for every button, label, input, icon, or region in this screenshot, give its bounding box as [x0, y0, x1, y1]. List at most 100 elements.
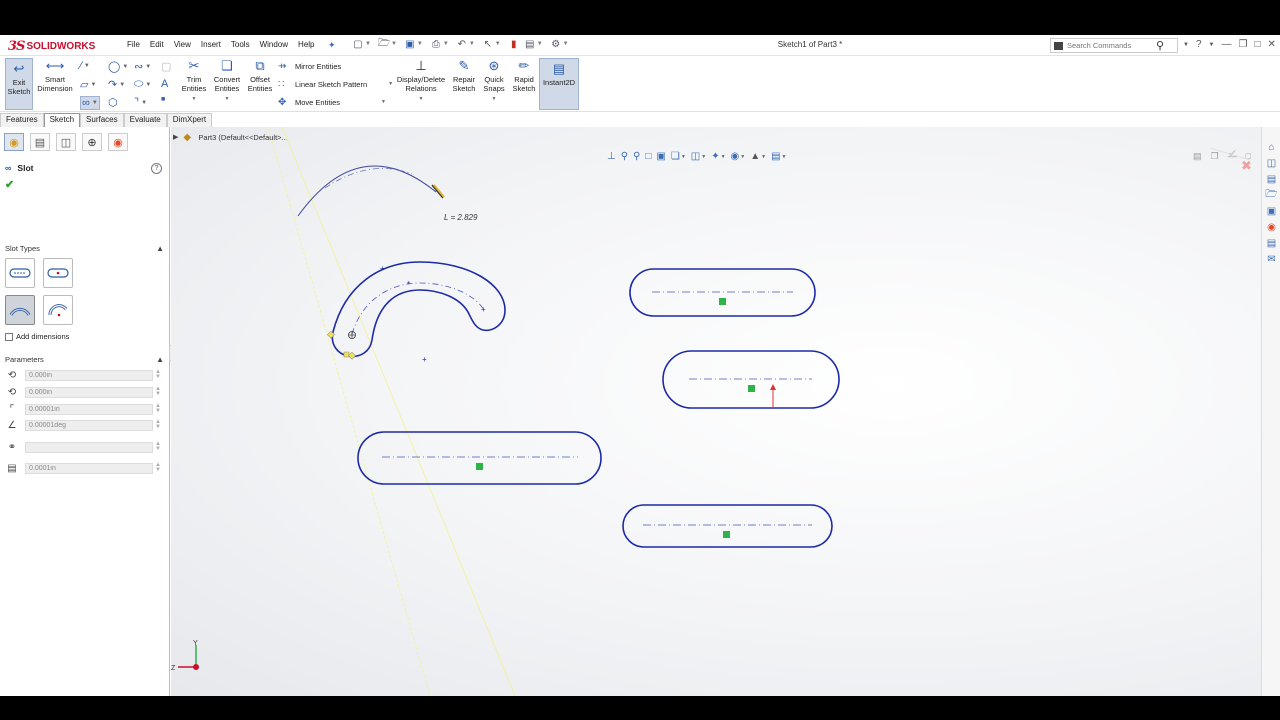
arc-slot[interactable]	[331, 261, 506, 358]
resources-icon[interactable]: ◫	[1265, 157, 1278, 170]
chevron-down-icon[interactable]: ▼	[92, 100, 98, 106]
feature-manager-tab[interactable]: ◉	[4, 133, 24, 151]
search-commands-box[interactable]: ⚲	[1050, 38, 1178, 53]
menu-help[interactable]: Help	[293, 40, 319, 49]
menu-tools[interactable]: Tools	[226, 40, 255, 49]
chevron-down-icon[interactable]: ▼	[90, 82, 96, 88]
spinner-icon[interactable]: ▲ ▼	[155, 403, 161, 414]
save-icon[interactable]: ▣	[404, 38, 416, 50]
close-icon[interactable]: ✕	[1267, 39, 1275, 50]
repair-sketch-button[interactable]: ✎ Repair Sketch	[450, 58, 478, 93]
centerpoint-straight-slot-type[interactable]	[43, 258, 73, 288]
tab-dimxpert[interactable]: DimXpert	[166, 113, 213, 127]
menu-window[interactable]: Window	[255, 40, 293, 49]
file-explorer-icon[interactable]: 🗁	[1265, 189, 1278, 202]
width-input[interactable]	[25, 462, 153, 474]
chevron-down-icon[interactable]: ▼	[122, 64, 128, 70]
text-tool[interactable]: A	[161, 78, 168, 90]
chevron-down-icon[interactable]: ▼	[192, 95, 197, 104]
chevron-up-icon[interactable]: ▲	[156, 244, 164, 253]
chevron-up-icon[interactable]: ▲	[156, 355, 164, 364]
center-y-input[interactable]	[25, 386, 153, 398]
rapid-sketch-button[interactable]: ✏ Rapid Sketch	[511, 58, 537, 93]
ellipse-tool[interactable]: ⬭ ▼	[134, 78, 151, 91]
centerpoint-arc-slot-type[interactable]	[43, 295, 73, 325]
chevron-down-icon[interactable]: ▼	[443, 41, 449, 47]
convert-entities-button[interactable]: ❏ Convert Entities ▼	[211, 58, 243, 104]
circle-tool[interactable]: ◯ ▼	[108, 60, 128, 73]
menu-view[interactable]: View	[169, 40, 196, 49]
maximize-icon[interactable]: □	[1254, 39, 1260, 50]
sketch-canvas[interactable]: + * + + Y Z ✔ ✖	[171, 127, 1261, 696]
exit-sketch-button[interactable]: ↩ Exit Sketch	[5, 58, 33, 110]
minimize-icon[interactable]: —	[1221, 39, 1231, 50]
home-icon[interactable]: ⌂	[1265, 141, 1278, 154]
chevron-down-icon[interactable]: ▼	[141, 100, 147, 106]
design-library-icon[interactable]: ▤	[1265, 173, 1278, 186]
center-x-input[interactable]	[25, 369, 153, 381]
confirmation-corner[interactable]: ✔ ✖	[1228, 148, 1252, 173]
point-tool[interactable]: ■	[161, 96, 165, 103]
display-delete-relations-button[interactable]: ⊥ Display/Delete Relations ▼	[395, 58, 447, 104]
chevron-down-icon[interactable]: ▼	[492, 95, 497, 104]
polygon-tool[interactable]: ⬡	[108, 96, 118, 109]
spline-tool[interactable]: ∾ ▼	[134, 60, 151, 73]
spinner-icon[interactable]: ▲ ▼	[155, 386, 161, 397]
chevron-down-icon[interactable]: ▼	[417, 41, 423, 47]
forum-icon[interactable]: ✉	[1265, 253, 1278, 266]
chevron-down-icon[interactable]: ▼	[1209, 42, 1215, 48]
menu-edit[interactable]: Edit	[145, 40, 169, 49]
linear-sketch-pattern-button[interactable]: ∷ Linear Sketch Pattern ▼	[278, 79, 393, 90]
solidworks-logo[interactable]: 3S SOLIDWORKS	[8, 38, 95, 54]
chevron-down-icon[interactable]: ▼	[563, 41, 569, 47]
file-properties-icon[interactable]: ▤	[524, 38, 536, 50]
rebuild-icon[interactable]: ▮	[508, 38, 520, 50]
straight-slot[interactable]	[662, 350, 840, 409]
search-icon[interactable]: ⚲	[1156, 39, 1164, 52]
chevron-down-icon[interactable]: ▼	[365, 41, 371, 47]
chevron-down-icon[interactable]: ▼	[391, 41, 397, 47]
mirror-entities-button[interactable]: ⇸ Mirror Entities	[278, 61, 341, 72]
options-gear-icon[interactable]: ⚙	[550, 38, 562, 50]
chevron-down-icon[interactable]: ▼	[225, 95, 230, 104]
appearances-icon[interactable]: ◉	[1265, 221, 1278, 234]
checkmark-icon[interactable]: ✔	[5, 178, 14, 191]
horizontal-relation-icon[interactable]	[723, 531, 730, 538]
help-icon[interactable]: ?	[1196, 39, 1202, 50]
straight-slot[interactable]	[629, 268, 816, 317]
trim-entities-button[interactable]: ✂ Trim Entities ▼	[180, 58, 208, 104]
chevron-down-icon[interactable]: ▼	[84, 63, 90, 69]
chevron-down-icon[interactable]: ▼	[145, 82, 151, 88]
tab-features[interactable]: Features	[0, 113, 44, 127]
search-input[interactable]	[1067, 41, 1152, 50]
three-point-arc-slot-type[interactable]	[5, 295, 35, 325]
endpoint-handle[interactable]	[348, 351, 356, 360]
chevron-down-icon[interactable]: ▼	[1183, 42, 1189, 48]
preview-arc[interactable]	[297, 165, 437, 217]
spinner-icon[interactable]: ▲ ▼	[155, 369, 161, 380]
slot-tool[interactable]: ∞ ▼	[80, 96, 100, 110]
add-dimensions-checkbox[interactable]	[5, 332, 13, 341]
overall-length-input[interactable]	[25, 441, 153, 453]
move-entities-button[interactable]: ✥ Move Entities ▼	[278, 97, 386, 108]
horizontal-relation-icon[interactable]	[748, 385, 755, 392]
rectangle-tool[interactable]: ▱ ▼	[80, 78, 96, 91]
chevron-down-icon[interactable]: ▼	[419, 95, 424, 104]
property-manager-tab[interactable]: ▤	[30, 133, 50, 151]
graphics-area[interactable]: ▶ ◆ Part3 (Default<<Default>... ⊥ ⚲ ⚲ □ …	[171, 127, 1280, 696]
straight-slot[interactable]	[357, 431, 602, 485]
tab-evaluate[interactable]: Evaluate	[123, 113, 167, 127]
undo-icon[interactable]: ↶	[456, 38, 468, 50]
print-icon[interactable]: ⎙	[430, 38, 442, 50]
blank-tool[interactable]: ▢	[161, 60, 171, 73]
display-manager-tab[interactable]: ◉	[108, 133, 128, 151]
custom-properties-icon[interactable]: ▤	[1265, 237, 1278, 250]
chevron-down-icon[interactable]: ▼	[495, 41, 501, 47]
select-arrow-icon[interactable]: ↖	[482, 38, 494, 50]
angle-input[interactable]	[25, 419, 153, 431]
spinner-icon[interactable]: ▲ ▼	[155, 462, 161, 473]
line-tool[interactable]: ∕ ▼	[80, 60, 90, 72]
smart-dimension-button[interactable]: ⟷ Smart Dimension	[36, 58, 74, 93]
horizontal-relation-icon[interactable]	[719, 298, 726, 305]
chevron-down-icon[interactable]: ▼	[537, 41, 543, 47]
